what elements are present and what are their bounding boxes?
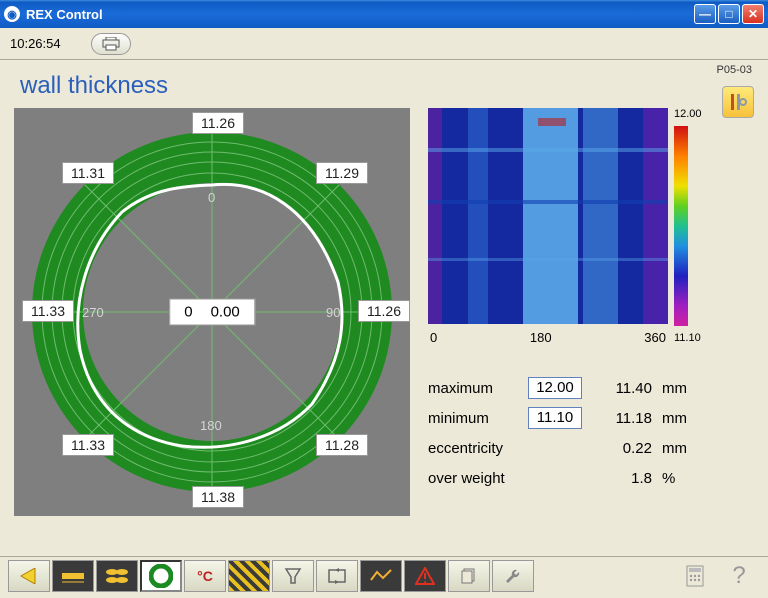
maximum-limit-input[interactable]: 12.00 [528, 377, 582, 399]
close-button[interactable]: ✕ [742, 4, 764, 24]
polar-center-box: 0 0.00 [169, 299, 255, 326]
temperature-icon: °C [197, 568, 213, 584]
toolbar-btn-line[interactable] [52, 560, 94, 592]
unit: mm [662, 380, 692, 397]
toolbar-btn-docs[interactable] [448, 560, 490, 592]
stat-row-overweight: over weight 1.8 % [428, 463, 718, 493]
loop-icon [327, 568, 347, 584]
colorbar: 12.00 11.10 [674, 108, 702, 345]
x-tick-2: 360 [644, 330, 666, 345]
timestamp: 10:26:54 [10, 36, 61, 51]
page-id: P05-03 [717, 64, 752, 76]
center-angle: 0 [184, 304, 192, 321]
app-icon: ◉ [4, 6, 20, 22]
toolbar-btn-help[interactable]: ? [718, 560, 760, 592]
toolbar-btn-trend[interactable] [360, 560, 402, 592]
stat-label: eccentricity [428, 440, 528, 457]
hopper-icon [284, 567, 302, 585]
axis-label-180: 180 [200, 418, 222, 433]
minimize-button[interactable]: — [694, 4, 716, 24]
stat-row-maximum: maximum 12.00 11.40 mm [428, 373, 718, 403]
polar-label-225: 11.33 [62, 434, 114, 456]
minimum-value: 11.18 [602, 410, 652, 427]
colorbar-strip [674, 126, 688, 326]
unit: mm [662, 440, 692, 457]
center-value: 0.00 [211, 304, 240, 321]
maximize-button[interactable]: □ [718, 4, 740, 24]
documents-icon [460, 567, 478, 585]
polar-label-180: 11.38 [192, 486, 244, 508]
maximum-value: 11.40 [602, 380, 652, 397]
help-icon: ? [732, 562, 745, 590]
nav-back-button[interactable] [8, 560, 50, 592]
header-row: 10:26:54 [0, 28, 768, 60]
stat-label: over weight [428, 470, 528, 487]
ring-icon [149, 564, 173, 588]
toolbar-btn-rolls[interactable] [96, 560, 138, 592]
toolbar-btn-calc[interactable] [674, 560, 716, 592]
polar-label-135: 11.28 [316, 434, 368, 456]
tools-icon [728, 92, 748, 112]
axis-label-90: 90 [326, 305, 340, 320]
print-button[interactable] [91, 33, 131, 55]
axis-label-270: 270 [82, 305, 104, 320]
axis-label-0: 0 [208, 190, 215, 205]
right-panel: 0 180 360 12.00 11.10 maximum 12.00 11.4… [428, 108, 718, 516]
line-profile-icon [60, 567, 86, 585]
toolbar-btn-hazard[interactable] [228, 560, 270, 592]
config-tool-button[interactable] [722, 86, 754, 118]
wrench-icon [503, 566, 523, 586]
rollers-icon [104, 566, 130, 586]
heatmap [428, 108, 668, 324]
calculator-icon [686, 565, 704, 587]
toolbar-btn-alarm[interactable] [404, 560, 446, 592]
scale-max: 12.00 [674, 108, 702, 120]
toolbar-btn-wallthickness[interactable] [140, 560, 182, 592]
printer-icon [102, 37, 120, 51]
overweight-value: 1.8 [602, 470, 652, 487]
scale-min: 11.10 [674, 332, 701, 344]
minimum-limit-input[interactable]: 11.10 [528, 407, 582, 429]
x-tick-0: 0 [430, 330, 437, 345]
toolbar-btn-settings[interactable] [492, 560, 534, 592]
polar-panel: 11.26 11.29 11.26 11.28 11.38 11.33 11.3… [14, 108, 410, 516]
unit: mm [662, 410, 692, 427]
heatmap-x-axis: 0 180 360 [428, 330, 668, 345]
x-tick-1: 180 [530, 330, 552, 345]
toolbar-btn-loop[interactable] [316, 560, 358, 592]
toolbar-btn-temperature[interactable]: °C [184, 560, 226, 592]
polar-label-315: 11.31 [62, 162, 114, 184]
window-title: REX Control [26, 7, 103, 22]
polar-label-45: 11.29 [316, 162, 368, 184]
triangle-left-icon [19, 568, 39, 584]
warning-icon [415, 567, 435, 585]
stat-label: maximum [428, 380, 528, 397]
stat-row-minimum: minimum 11.10 11.18 mm [428, 403, 718, 433]
eccentricity-value: 0.22 [602, 440, 652, 457]
trend-icon [369, 568, 393, 584]
stat-row-eccentricity: eccentricity 0.22 mm [428, 433, 718, 463]
stats-panel: maximum 12.00 11.40 mm minimum 11.10 11.… [428, 373, 718, 493]
content-area: P05-03 wall thickness [0, 60, 768, 556]
titlebar: ◉ REX Control — □ ✕ [0, 0, 768, 28]
toolbar-btn-hopper[interactable] [272, 560, 314, 592]
page-title: wall thickness [20, 72, 758, 100]
bottom-toolbar: °C ? [0, 556, 768, 594]
stat-label: minimum [428, 410, 528, 427]
unit: % [662, 470, 692, 487]
polar-label-90: 11.26 [358, 300, 410, 322]
polar-label-0: 11.26 [192, 112, 244, 134]
polar-label-270: 11.33 [22, 300, 74, 322]
